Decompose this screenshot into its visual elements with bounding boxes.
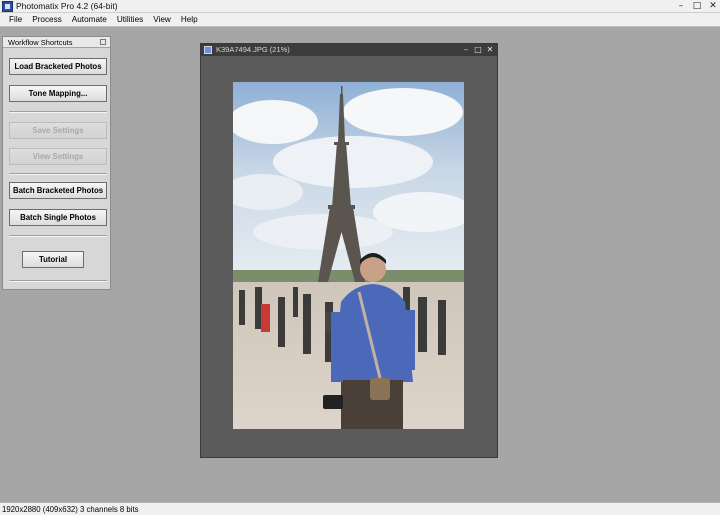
panel-title: Workflow Shortcuts <box>8 38 73 47</box>
panel-header[interactable]: Workflow Shortcuts <box>3 37 110 48</box>
photo-preview[interactable] <box>233 82 464 429</box>
menu-help[interactable]: Help <box>176 13 203 26</box>
save-settings-button[interactable]: Save Settings <box>9 122 107 139</box>
image-window-title-bar[interactable]: K39A7494.JPG (21%) – □ ✕ <box>201 44 497 56</box>
load-bracketed-photos-button[interactable]: Load Bracketed Photos <box>9 58 107 75</box>
image-window[interactable]: K39A7494.JPG (21%) – □ ✕ <box>200 43 498 458</box>
close-window-button[interactable]: ✕ <box>708 1 718 12</box>
minimize-image-button[interactable]: – <box>462 44 470 56</box>
menu-automate[interactable]: Automate <box>67 13 112 26</box>
batch-single-photos-button[interactable]: Batch Single Photos <box>9 209 107 226</box>
maximize-image-button[interactable]: □ <box>474 44 482 56</box>
batch-bracketed-photos-button[interactable]: Batch Bracketed Photos <box>9 182 107 199</box>
menu-process[interactable]: Process <box>27 13 67 26</box>
tutorial-button[interactable]: Tutorial <box>22 251 84 268</box>
menu-file[interactable]: File <box>4 13 27 26</box>
window-controls: – □ ✕ <box>676 1 718 12</box>
workflow-shortcuts-panel: Workflow Shortcuts Load Bracketed Photos… <box>2 36 111 290</box>
close-image-button[interactable]: ✕ <box>486 44 494 56</box>
image-window-title: K39A7494.JPG (21%) <box>216 45 290 54</box>
status-bar: 1920x2880 (409x632) 3 channels 8 bits <box>0 502 720 515</box>
separator <box>9 235 107 237</box>
image-info-status: 1920x2880 (409x632) 3 channels 8 bits <box>2 505 139 514</box>
photo-eiffel-tower-portrait <box>233 82 464 429</box>
view-settings-button[interactable]: View Settings <box>9 148 107 165</box>
menu-bar: File Process Automate Utilities View Hel… <box>0 13 720 27</box>
app-title: Photomatix Pro 4.2 (64-bit) <box>16 1 118 11</box>
image-document-icon <box>204 46 212 54</box>
maximize-window-button[interactable]: □ <box>692 1 702 12</box>
menu-view[interactable]: View <box>148 13 176 26</box>
separator <box>9 280 107 282</box>
tone-mapping-button[interactable]: Tone Mapping... <box>9 85 107 102</box>
separator <box>9 111 107 113</box>
image-window-controls: – □ ✕ <box>462 44 494 56</box>
photomatix-app-icon <box>2 1 13 12</box>
separator <box>9 173 107 175</box>
title-bar: Photomatix Pro 4.2 (64-bit) – □ ✕ <box>0 0 720 13</box>
panel-pin-icon[interactable] <box>100 39 106 45</box>
menu-utilities[interactable]: Utilities <box>112 13 148 26</box>
minimize-window-button[interactable]: – <box>676 1 686 12</box>
